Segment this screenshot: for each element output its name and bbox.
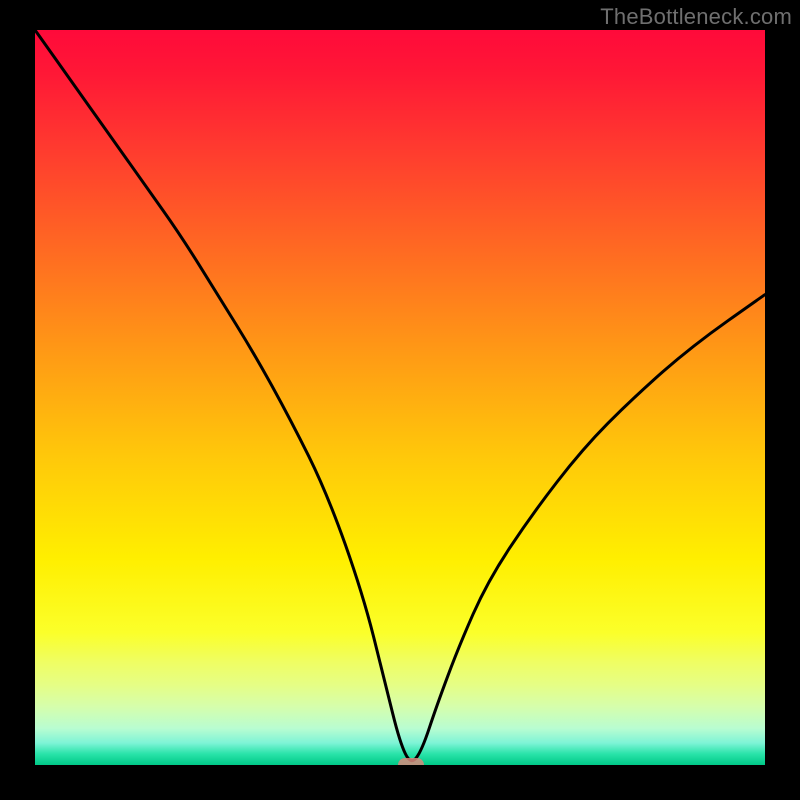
chart-frame: TheBottleneck.com — [0, 0, 800, 800]
minimum-marker — [398, 758, 424, 765]
bottleneck-curve — [35, 30, 765, 765]
plot-area — [35, 30, 765, 765]
watermark-text: TheBottleneck.com — [600, 4, 792, 30]
